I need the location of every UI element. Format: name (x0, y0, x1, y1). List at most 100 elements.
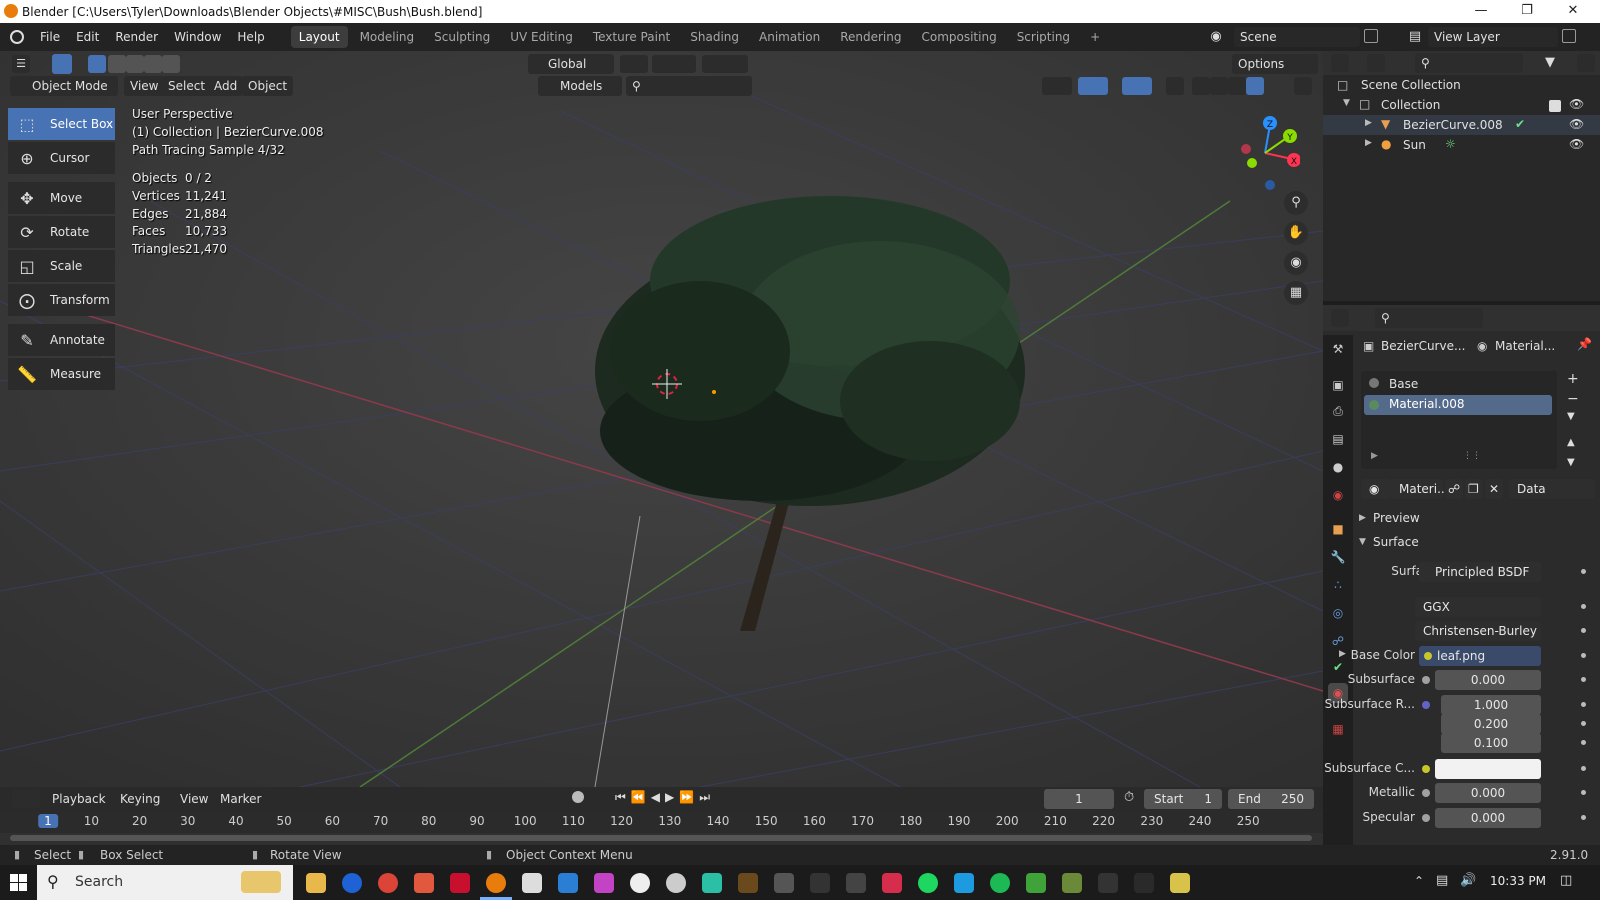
menu-select[interactable]: Select (162, 76, 212, 96)
pin-icon[interactable]: 📌 (1577, 337, 1592, 351)
surface-shader-field[interactable]: Principled BSDF (1419, 562, 1541, 582)
app-icon-18[interactable] (1170, 873, 1190, 893)
fake-user-icon[interactable]: ☍ (1445, 479, 1463, 499)
keyframe-dot-icon[interactable] (1581, 721, 1586, 726)
close-icon[interactable]: ✕ (1550, 0, 1596, 23)
tab-rendering[interactable]: Rendering (832, 26, 909, 48)
active-tool-icon[interactable] (52, 54, 72, 74)
material-browse-icon[interactable]: ◉ (1361, 479, 1391, 499)
app-icon-8[interactable] (738, 873, 758, 893)
visibility-icon[interactable] (1042, 77, 1072, 95)
3d-viewport[interactable]: ☰ Global Options Object Mode View Select… (0, 51, 1323, 787)
app-icon-3[interactable] (558, 873, 578, 893)
network-icon[interactable]: ▤ (1436, 873, 1448, 888)
notifications-icon[interactable]: ◫ (1560, 873, 1572, 888)
mode-dropdown[interactable]: Object Mode (10, 76, 118, 96)
keyframe-dot-icon[interactable] (1581, 628, 1586, 633)
spotify-icon[interactable] (990, 873, 1010, 893)
scene-selector[interactable]: Scene (1234, 27, 1360, 47)
app-icon-15[interactable] (1026, 873, 1046, 893)
keyframe-dot-icon[interactable] (1581, 790, 1586, 795)
output-tab-icon[interactable]: ⎙ (1328, 401, 1348, 421)
distribution-dropdown[interactable]: GGX (1415, 597, 1541, 617)
editor-type-icon[interactable] (1331, 309, 1349, 327)
collapse-icon[interactable]: ▶ (1359, 513, 1366, 523)
tool-tab-icon[interactable]: ⚒ (1328, 339, 1348, 359)
menu-render[interactable]: Render (107, 23, 166, 51)
file-explorer-icon[interactable] (306, 873, 326, 893)
remove-slot-button[interactable]: − (1567, 391, 1579, 407)
particles-tab-icon[interactable]: ∴ (1328, 575, 1348, 595)
editor-type-icon[interactable]: ☰ (12, 55, 30, 73)
editor-type-icon[interactable] (12, 790, 40, 808)
move-slot-down-icon[interactable]: ▼ (1567, 457, 1575, 468)
play-reverse-icon[interactable]: ◀ (651, 790, 665, 804)
new-view-layer-icon[interactable] (1562, 29, 1576, 43)
preview-range-icon[interactable]: ⏱ (1124, 790, 1134, 805)
add-workspace-button[interactable]: + (1082, 26, 1108, 48)
menu-file[interactable]: File (32, 23, 68, 51)
new-scene-icon[interactable] (1364, 29, 1378, 43)
jump-end-icon[interactable]: ⏭ (699, 790, 715, 804)
keyframe-dot-icon[interactable] (1581, 569, 1586, 574)
expand-icon[interactable]: ▶ (1365, 118, 1372, 128)
material-name-field[interactable]: Materi... (1391, 479, 1449, 499)
select-invert-icon[interactable] (144, 55, 162, 73)
windows-start-icon[interactable] (10, 874, 27, 891)
app-icon-4[interactable] (594, 873, 614, 893)
maximize-icon[interactable]: ❐ (1504, 0, 1550, 23)
minimize-icon[interactable]: — (1458, 0, 1504, 23)
scene-tab-icon[interactable]: ● (1328, 457, 1348, 477)
tool-annotate[interactable]: ✎ Annotate (8, 324, 115, 356)
start-frame-field[interactable]: Start 1 (1144, 789, 1222, 809)
keyframe-dot-icon[interactable] (1581, 702, 1586, 707)
tool-select-box[interactable]: ⬚ Select Box (8, 108, 115, 140)
play-icon[interactable]: ▶ (665, 790, 679, 804)
select-new-icon[interactable] (88, 55, 106, 73)
app-icon-5[interactable] (630, 873, 650, 893)
slot-menu-icon[interactable]: ▼ (1567, 411, 1575, 422)
material-slot-material008[interactable]: Material.008 (1389, 397, 1464, 411)
new-collection-icon[interactable] (1577, 54, 1595, 72)
properties-search-input[interactable]: ⚲ (1375, 308, 1483, 328)
tab-scripting[interactable]: Scripting (1009, 26, 1078, 48)
app-icon-7[interactable] (702, 873, 722, 893)
menu-object[interactable]: Object (242, 76, 294, 96)
tool-rotate[interactable]: ⟳ Rotate (8, 216, 115, 248)
select-extend-icon[interactable] (108, 55, 126, 73)
proportional-edit-icon[interactable] (702, 55, 748, 73)
app-icon-10[interactable] (810, 873, 830, 893)
material-shading-icon[interactable] (1228, 77, 1246, 95)
metallic-field[interactable]: 0.000 (1435, 783, 1541, 803)
edge-icon[interactable] (342, 873, 362, 893)
tab-texture-paint[interactable]: Texture Paint (585, 26, 678, 48)
tool-transform[interactable]: ⨀ Transform (8, 284, 115, 316)
subsurface-field[interactable]: 0.000 (1435, 670, 1541, 690)
keyframe-dot-icon[interactable] (1581, 815, 1586, 820)
material-slot-base[interactable]: Base (1389, 377, 1418, 391)
keyframe-dot-icon[interactable] (1581, 766, 1586, 771)
outliner-scene-collection[interactable]: Scene Collection (1361, 78, 1461, 92)
keyframe-dot-icon[interactable] (1581, 677, 1586, 682)
subsurface-method-dropdown[interactable]: Christensen-Burley (1415, 621, 1541, 641)
expand-icon[interactable]: ▼ (1343, 98, 1350, 108)
view-layer-tab-icon[interactable]: ▤ (1328, 429, 1348, 449)
app-icon-6[interactable] (666, 873, 686, 893)
add-slot-button[interactable]: + (1567, 371, 1579, 387)
snap-icon[interactable] (652, 55, 696, 73)
keyframe-dot-icon[interactable] (1581, 653, 1586, 658)
outliner-item-beziercurve[interactable]: BezierCurve.008 (1403, 118, 1503, 132)
menu-keying[interactable]: Keying (114, 789, 166, 809)
pivot-point-icon[interactable] (620, 55, 648, 73)
app-icon-12[interactable] (882, 873, 902, 893)
menu-help[interactable]: Help (229, 23, 272, 51)
tool-move[interactable]: ✥ Move (8, 182, 115, 214)
duplicate-material-icon[interactable]: ❐ (1465, 479, 1483, 499)
select-intersect-icon[interactable] (162, 55, 180, 73)
eye-icon[interactable]: 👁 (1569, 137, 1584, 151)
keyframe-dot-icon[interactable] (1581, 604, 1586, 609)
menu-window[interactable]: Window (166, 23, 229, 51)
editor-type-icon[interactable] (1331, 54, 1349, 72)
blender-menu-icon[interactable] (10, 30, 24, 44)
taskbar-clock[interactable]: 10:33 PM (1490, 874, 1546, 888)
